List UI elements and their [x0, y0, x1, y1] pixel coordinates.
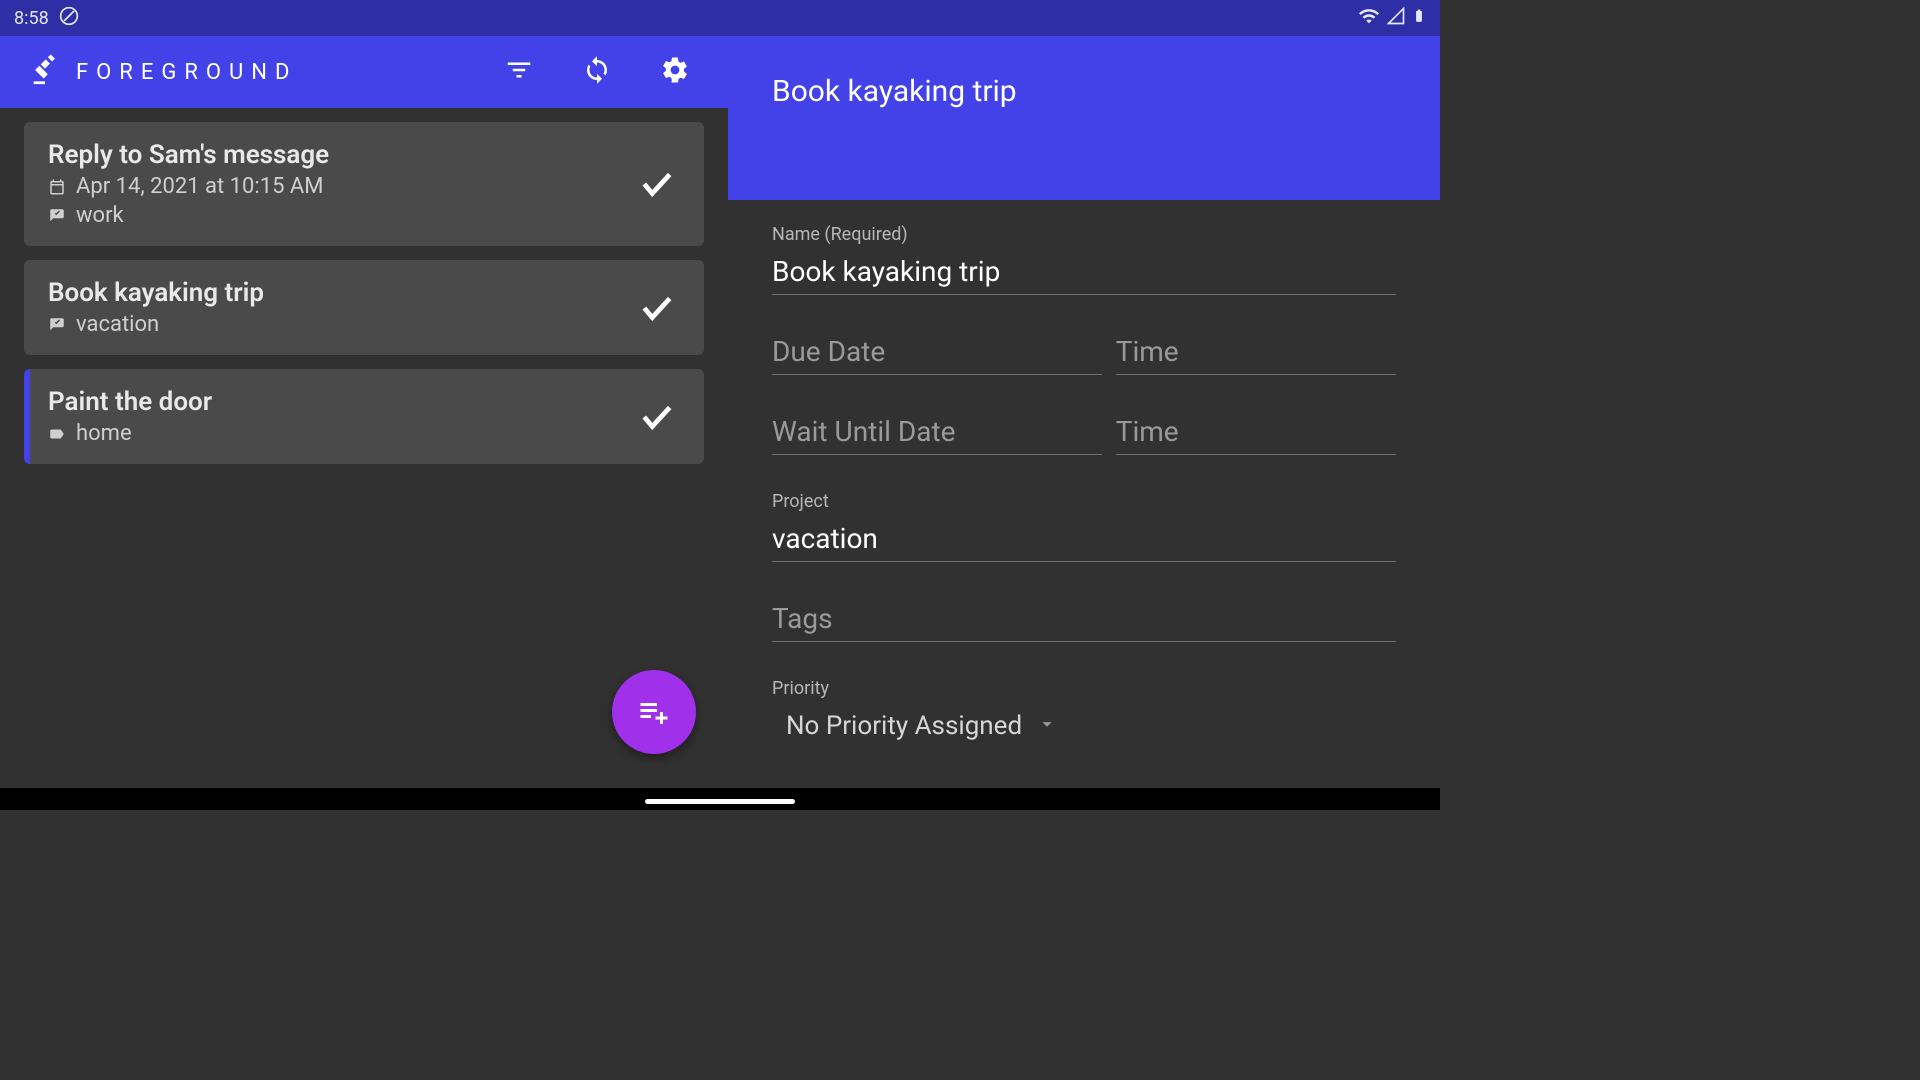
battery-icon	[1412, 5, 1426, 32]
detail-header: Book kayaking trip	[728, 36, 1440, 200]
check-icon	[638, 289, 676, 327]
wifi-icon	[1358, 5, 1380, 32]
name-field[interactable]: Book kayaking trip	[772, 251, 1396, 295]
task-tag: work	[48, 203, 634, 228]
due-date-field[interactable]: Due Date	[772, 331, 1102, 375]
status-bar: 8:58	[0, 0, 1440, 36]
task-tag: vacation	[48, 312, 634, 337]
project-icon	[48, 207, 66, 225]
task-row[interactable]: Paint the door home	[24, 369, 704, 464]
app-bar: FOREGROUND	[0, 36, 728, 108]
priority-dropdown[interactable]: No Priority Assigned	[772, 711, 1396, 741]
signal-icon	[1386, 6, 1406, 31]
task-title: Paint the door	[48, 387, 634, 417]
app-brand[interactable]: FOREGROUND	[28, 53, 297, 91]
check-icon	[638, 398, 676, 436]
task-row[interactable]: Book kayaking trip vacation	[24, 260, 704, 355]
add-task-fab[interactable]	[612, 670, 696, 754]
chevron-down-icon	[1036, 713, 1058, 739]
calendar-icon	[48, 178, 66, 196]
lamp-icon	[28, 53, 62, 91]
complete-button[interactable]	[634, 394, 680, 440]
project-label: Project	[772, 491, 1396, 512]
task-tag: home	[48, 421, 634, 446]
project-icon	[48, 316, 66, 334]
due-time-field[interactable]: Time	[1116, 331, 1396, 375]
check-icon	[638, 165, 676, 203]
detail-title: Book kayaking trip	[772, 74, 1396, 109]
no-disturb-icon	[59, 6, 79, 31]
name-label: Name (Required)	[772, 224, 1396, 245]
task-row[interactable]: Reply to Sam's message Apr 14, 2021 at 1…	[24, 122, 704, 246]
task-title: Reply to Sam's message	[48, 140, 634, 170]
sync-icon[interactable]	[582, 55, 612, 89]
filter-icon[interactable]	[504, 55, 534, 89]
wait-date-field[interactable]: Wait Until Date	[772, 411, 1102, 455]
label-icon	[48, 425, 66, 443]
priority-value: No Priority Assigned	[772, 711, 1022, 741]
nav-pill[interactable]	[645, 799, 795, 804]
complete-button[interactable]	[634, 285, 680, 331]
status-time: 8:58	[14, 8, 49, 29]
playlist-add-icon	[636, 694, 672, 730]
complete-button[interactable]	[634, 161, 680, 207]
task-date: Apr 14, 2021 at 10:15 AM	[48, 174, 634, 199]
wait-time-field[interactable]: Time	[1116, 411, 1396, 455]
project-field[interactable]: vacation	[772, 518, 1396, 562]
task-title: Book kayaking trip	[48, 278, 634, 308]
priority-label: Priority	[772, 678, 1396, 699]
tags-field[interactable]: Tags	[772, 598, 1396, 642]
task-list: Reply to Sam's message Apr 14, 2021 at 1…	[0, 108, 728, 488]
settings-icon[interactable]	[660, 55, 690, 89]
app-title: FOREGROUND	[76, 60, 297, 85]
